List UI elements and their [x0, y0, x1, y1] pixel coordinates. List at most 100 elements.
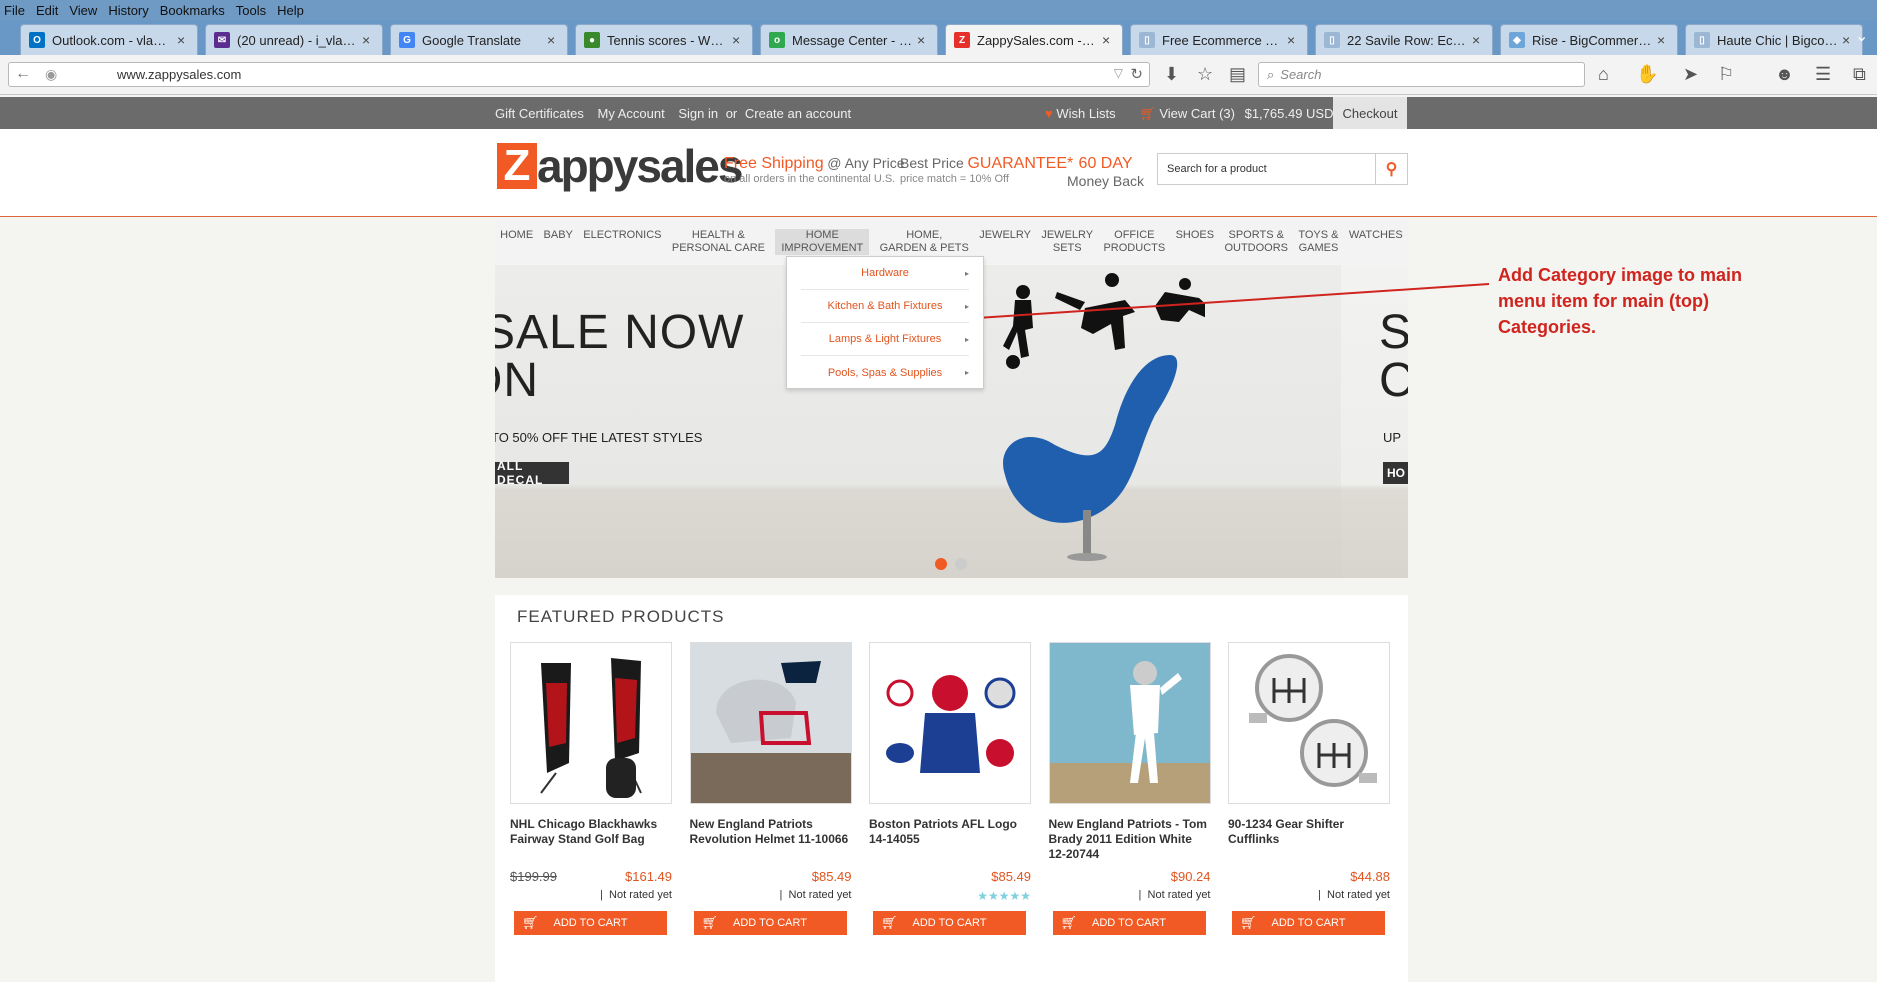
library-icon[interactable]: ▤ — [1229, 64, 1246, 84]
sign-in-link[interactable]: Sign in — [678, 106, 718, 121]
product-name[interactable]: New England Patriots Revolution Helmet 1… — [690, 817, 852, 861]
close-icon[interactable]: × — [732, 32, 744, 48]
browser-tab[interactable]: Z ZappySales.com - Ho...× — [945, 24, 1123, 55]
menu-file[interactable]: File — [4, 3, 25, 18]
tab-title: Tennis scores - WTA ... — [607, 32, 728, 48]
close-icon[interactable]: × — [1287, 32, 1299, 48]
next-slide-sub: UP — [1383, 430, 1402, 445]
banner-cta-button[interactable]: ALL DECAL — [495, 459, 569, 487]
nav-item[interactable]: SPORTS & OUTDOORS — [1224, 229, 1288, 255]
tab-favicon-icon: ✉ — [214, 32, 230, 48]
create-account-link[interactable]: Create an account — [745, 106, 851, 121]
tab-title: Outlook.com - vladyk... — [52, 32, 173, 48]
tab-list-icon[interactable]: ⌄ — [1855, 26, 1868, 46]
dropdown-item-label: Kitchen & Bath Fixtures — [827, 300, 943, 312]
close-icon[interactable]: × — [362, 32, 374, 48]
nav-item[interactable]: HOME, GARDEN & PETS — [880, 229, 969, 255]
product-name[interactable]: Boston Patriots AFL Logo 14-14055 — [869, 817, 1031, 861]
hamburger-menu-icon[interactable]: ☰ — [1815, 64, 1831, 84]
bookmark-star-icon[interactable]: ☆ — [1197, 64, 1213, 84]
close-icon[interactable]: × — [917, 32, 929, 48]
nav-item[interactable]: ELECTRONICS — [583, 229, 661, 242]
dropdown-item-pools[interactable]: Pools, Spas & Supplies ▸ — [801, 356, 969, 389]
sidebar-icon[interactable]: ⧉ — [1853, 64, 1866, 84]
nav-item[interactable]: TOYS & GAMES — [1298, 229, 1338, 255]
my-account-link[interactable]: My Account — [597, 106, 664, 121]
product-image[interactable] — [1048, 642, 1211, 804]
site-logo[interactable]: Zappysales — [497, 140, 743, 192]
menu-help[interactable]: Help — [277, 3, 304, 18]
nav-item[interactable]: BABY — [544, 229, 573, 242]
tab-title: Google Translate — [422, 32, 522, 48]
add-to-cart-button[interactable]: 🛒︎ ADD TO CART — [1052, 911, 1206, 935]
wish-lists-link[interactable]: Wish Lists — [1056, 106, 1115, 121]
menu-tools[interactable]: Tools — [236, 3, 266, 18]
browser-tab[interactable]: ◆ Rise - BigCommerce P...× — [1500, 24, 1678, 55]
close-icon[interactable]: × — [177, 32, 189, 48]
home-improvement-dropdown: Hardware ▸ Kitchen & Bath Fixtures ▸ Lamps… — [786, 256, 984, 389]
nav-item[interactable]: HOME — [500, 229, 533, 242]
browser-tab[interactable]: ✉ (20 unread) - i_vladyk...× — [205, 24, 383, 55]
extension-icon[interactable]: ✋ — [1636, 64, 1658, 84]
nav-item[interactable]: JEWELRY — [979, 229, 1031, 242]
slider-dot-active[interactable] — [935, 558, 947, 570]
browser-tab[interactable]: ▯ Haute Chic | Bigcom... × — [1685, 24, 1863, 55]
browser-tab[interactable]: o Message Center - oDesk× — [760, 24, 938, 55]
checkout-button[interactable]: Checkout — [1333, 97, 1407, 129]
promo-guarantee: GUARANTEE* — [967, 155, 1074, 172]
next-slide-button[interactable]: HO — [1383, 462, 1408, 484]
download-icon[interactable]: ⬇ — [1164, 64, 1179, 84]
tab-title: ZappySales.com - Ho... — [977, 32, 1098, 48]
product-image[interactable] — [689, 642, 852, 804]
dropdown-item-kitchen-bath[interactable]: Kitchen & Bath Fixtures ▸ — [801, 290, 969, 323]
product-name[interactable]: 90-1234 Gear Shifter Cufflinks — [1228, 817, 1390, 861]
reload-icon[interactable]: ↻ — [1130, 65, 1143, 83]
add-to-cart-button[interactable]: 🛒︎ ADD TO CART — [1232, 911, 1385, 935]
chat-icon[interactable]: ☻ — [1775, 64, 1794, 84]
nav-item[interactable]: HOME IMPROVEMENT — [775, 229, 870, 255]
share-icon[interactable]: ⚐ — [1718, 64, 1734, 84]
browser-tab[interactable]: ▯ 22 Savile Row: Ecomm...× — [1315, 24, 1493, 55]
product-image[interactable] — [1228, 642, 1390, 804]
nav-item[interactable]: JEWELRY SETS — [1041, 229, 1093, 255]
close-icon[interactable]: × — [1472, 32, 1484, 48]
add-to-cart-button[interactable]: 🛒︎ ADD TO CART — [873, 911, 1026, 935]
browser-tab[interactable]: G Google Translate × — [390, 24, 568, 55]
menu-bookmarks[interactable]: Bookmarks — [160, 3, 225, 18]
close-icon[interactable]: × — [1842, 32, 1854, 48]
search-button[interactable]: ⚲ — [1375, 154, 1407, 184]
close-icon[interactable]: × — [1102, 32, 1114, 48]
logo-text: appysales — [537, 140, 743, 192]
product-name[interactable]: New England Patriots - Tom Brady 2011 Ed… — [1049, 817, 1211, 861]
back-icon[interactable]: ← — [15, 65, 31, 83]
browser-tab[interactable]: ● Tennis scores - WTA ... × — [575, 24, 753, 55]
menu-view[interactable]: View — [69, 3, 97, 18]
close-icon[interactable]: × — [1657, 32, 1669, 48]
send-icon[interactable]: ➤ — [1683, 64, 1698, 84]
close-icon[interactable]: × — [547, 32, 559, 48]
slider-dot[interactable] — [955, 558, 967, 570]
add-to-cart-button[interactable]: 🛒︎ ADD TO CART — [514, 911, 667, 935]
add-to-cart-button[interactable]: 🛒︎ ADD TO CART — [693, 911, 847, 935]
product-image[interactable] — [510, 642, 672, 804]
nav-item[interactable]: WATCHES — [1349, 229, 1403, 242]
gift-certificates-link[interactable]: Gift Certificates — [495, 106, 584, 121]
address-bar[interactable]: ← ◉ www.zappysales.com ▽ ↻ — [8, 62, 1150, 87]
nav-item[interactable]: OFFICE PRODUCTS — [1103, 229, 1165, 255]
dropdown-item-hardware[interactable]: Hardware ▸ — [801, 257, 969, 290]
browser-toolbar: ← ◉ www.zappysales.com ▽ ↻ ⬇ ☆ ▤ ⌕ Searc… — [0, 55, 1877, 95]
product-image[interactable] — [869, 642, 1031, 804]
product-name[interactable]: NHL Chicago Blackhawks Fairway Stand Gol… — [510, 817, 672, 861]
browser-search-box[interactable]: ⌕ Search — [1258, 62, 1585, 87]
dropdown-arrow-icon[interactable]: ▽ — [1114, 66, 1123, 80]
browser-tab[interactable]: ▯ Free Ecommerce Tem...× — [1130, 24, 1308, 55]
nav-item[interactable]: HEALTH & PERSONAL CARE — [672, 229, 765, 255]
product-search-input[interactable]: Search for a product — [1158, 154, 1375, 184]
dropdown-item-lamps[interactable]: Lamps & Light Fixtures ▸ — [801, 323, 969, 356]
browser-tab[interactable]: O Outlook.com - vladyk... × — [20, 24, 198, 55]
menu-edit[interactable]: Edit — [36, 3, 58, 18]
nav-item[interactable]: SHOES — [1176, 229, 1215, 242]
menu-history[interactable]: History — [108, 3, 148, 18]
view-cart-link[interactable]: View Cart (3) — [1159, 106, 1235, 121]
home-icon[interactable]: ⌂ — [1598, 64, 1609, 84]
